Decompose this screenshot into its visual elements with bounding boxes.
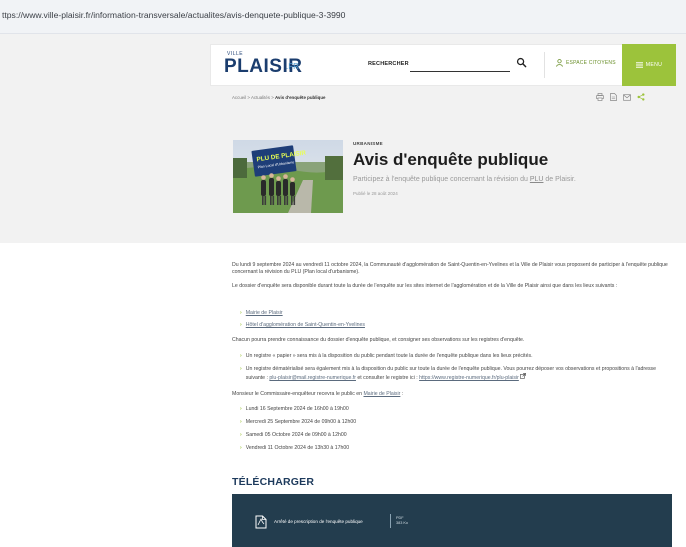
document-icon[interactable] [610,93,617,101]
dossier-paragraph: Le dossier d'enquête sera disponible dur… [232,283,618,289]
logo-suffix-text: .FR [286,62,299,71]
arrow-icon: › [240,353,242,359]
place-link-agglomeration[interactable]: Hôtel d'agglomération de Saint-Quentin-e… [246,322,365,329]
print-icon[interactable] [596,93,604,101]
registre-url-link[interactable]: https://www.registre-numerique.fr/plu-pl… [419,375,519,381]
commissaire-text: Monsieur le Commissaire-enquêteur recevr… [232,391,364,397]
registre-numerique-mid: et consulter le registre ici : [355,375,420,382]
list-item: › Vendredi 11 Octobre 2024 de 13h30 à 17… [240,445,672,452]
commissaire-text-end: : [400,391,404,397]
article-tools [596,93,645,101]
intro-paragraph: Du lundi 9 septembre 2024 au vendredi 11… [232,262,668,276]
place-link-mairie[interactable]: Mairie de Plaisir [246,310,283,317]
list-item: › Samedi 05 Octobre 2024 de 09h00 à 12h0… [240,432,672,439]
registre-email-link[interactable]: plu-plaisir@mail.registre-numerique.fr [269,375,356,381]
registre-numerique-text: Un registre dématérialisé sera également… [246,366,672,382]
breadcrumb-separator: > [271,95,274,100]
list-item: › Un registre « papier » sera mis à la d… [240,353,672,360]
arrow-icon: › [240,406,242,412]
url-text[interactable]: ttps://www.ville-plaisir.fr/information-… [2,10,345,20]
permanence-date: Mercredi 25 Septembre 2024 de 09h00 à 12… [245,419,357,425]
arrow-icon: › [240,366,242,372]
search-input[interactable] [410,56,510,72]
download-heading: TÉLÉCHARGER [232,476,315,488]
external-link-icon [520,373,527,379]
consult-paragraph: Chacun pourra prendre connaissance du do… [232,337,525,343]
hamburger-icon [635,62,643,68]
commissaire-paragraph: Monsieur le Commissaire-enquêteur recevr… [232,391,672,398]
mairie-link[interactable]: Mairie de Plaisir [363,391,400,397]
article-subtitle: Participez à l'enquête publique concerna… [353,176,576,183]
plu-link[interactable]: PLU [530,176,544,183]
subtitle-text: Participez à l'enquête publique concerna… [353,176,530,183]
list-item: › Lundi 16 Septembre 2024 de 16h00 à 19h… [240,406,672,413]
breadcrumb-current: Avis d'enquête publique [275,95,326,100]
page-title: Avis d'enquête publique [353,150,549,169]
arrow-icon: › [240,432,242,438]
search-icon[interactable] [516,57,527,68]
registre-papier-text: Un registre « papier » sera mis à la dis… [245,353,533,359]
breadcrumb: Accueil > Actualités > Avis d'enquête pu… [232,95,325,100]
browser-address-bar[interactable]: ttps://www.ville-plaisir.fr/information-… [0,0,686,34]
arrow-icon: › [240,419,242,425]
menu-button[interactable]: MENU [622,44,676,86]
article-category: URBANISME [353,141,383,146]
breadcrumb-separator: > [247,95,250,100]
download-file-link[interactable]: Arrêté de prescription de l'enquête publ… [274,519,363,524]
site-logo[interactable]: VILLE PLAISIR .FR [224,51,314,79]
breadcrumb-section[interactable]: Actualités [251,95,270,100]
article-photo: PLU DE PLAISIR Plan Local d'Urbanisme [233,140,343,213]
arrow-icon: › [240,445,242,451]
permanence-date: Vendredi 11 Octobre 2024 de 13h30 à 17h0… [245,445,350,451]
menu-label: MENU [645,62,663,68]
arrow-icon: › [240,322,242,328]
espace-citoyens-link[interactable]: ESPACE CITOYENS [556,58,616,68]
espace-citoyens-label: ESPACE CITOYENS [566,60,616,66]
download-file-meta: PDF 383 Ko [396,516,408,527]
download-divider [390,514,391,528]
list-item: › Hôtel d'agglomération de Saint-Quentin… [240,322,672,329]
share-icon[interactable] [637,93,645,101]
mail-icon[interactable] [623,93,631,101]
permanence-date: Lundi 16 Septembre 2024 de 16h00 à 19h00 [245,406,349,412]
list-item: › Mercredi 25 Septembre 2024 de 09h00 à … [240,419,672,426]
header-divider [544,52,545,78]
list-item: › Mairie de Plaisir [240,310,672,317]
breadcrumb-home[interactable]: Accueil [232,95,246,100]
permanence-date: Samedi 05 Octobre 2024 de 09h00 à 12h00 [245,432,347,438]
arrow-icon: › [240,310,242,316]
file-size: 383 Ko [396,521,409,526]
user-icon [556,59,563,67]
publication-date: Publié le 28 août 2024 [353,191,398,196]
list-item: › Un registre dématérialisé sera égaleme… [240,366,672,382]
subtitle-text-end: de Plaisir. [543,176,576,183]
search-label: RECHERCHER [368,61,409,67]
pdf-file-icon[interactable] [255,515,267,529]
